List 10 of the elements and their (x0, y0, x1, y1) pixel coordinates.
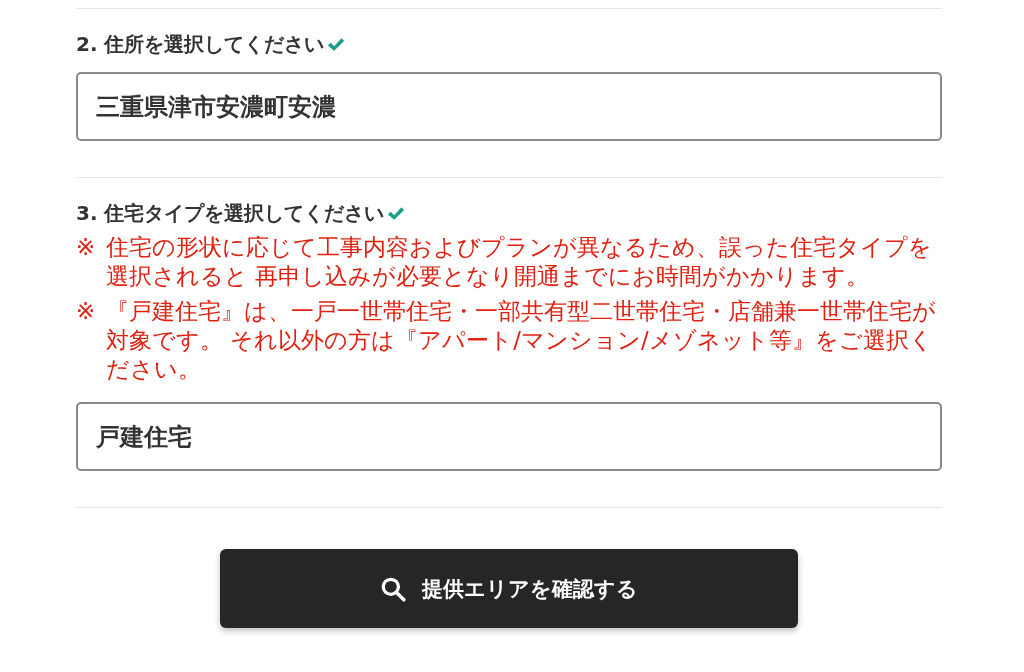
note-mark: ※ (76, 233, 97, 262)
select-field[interactable]: 戸建住宅 (76, 402, 942, 471)
section-heading: 2. 住所を選択してください (76, 31, 325, 58)
check-area-button[interactable]: 提供エリアを確認する (220, 549, 798, 628)
search-icon (380, 575, 406, 602)
section-heading: 3. 住宅タイプを選択してください (76, 200, 385, 227)
select-field[interactable]: 三重県津市安濃町安濃 (76, 72, 942, 141)
note-text: 住宅の形状に応じて工事内容およびプランが異なるため、誤った住宅タイプを選択されると 再申し込みが必要となり開通までにお時間がかかります。 (106, 233, 933, 291)
note-mark: ※ (76, 297, 97, 326)
note-text: 『戸建住宅』は、一戸一世帯住宅・一部共有型二世帯住宅・店舗兼一世帯住宅が対象です。 それ以外の方は『アパート/マンション/メゾネット等』をご選択ください。 (106, 297, 936, 384)
